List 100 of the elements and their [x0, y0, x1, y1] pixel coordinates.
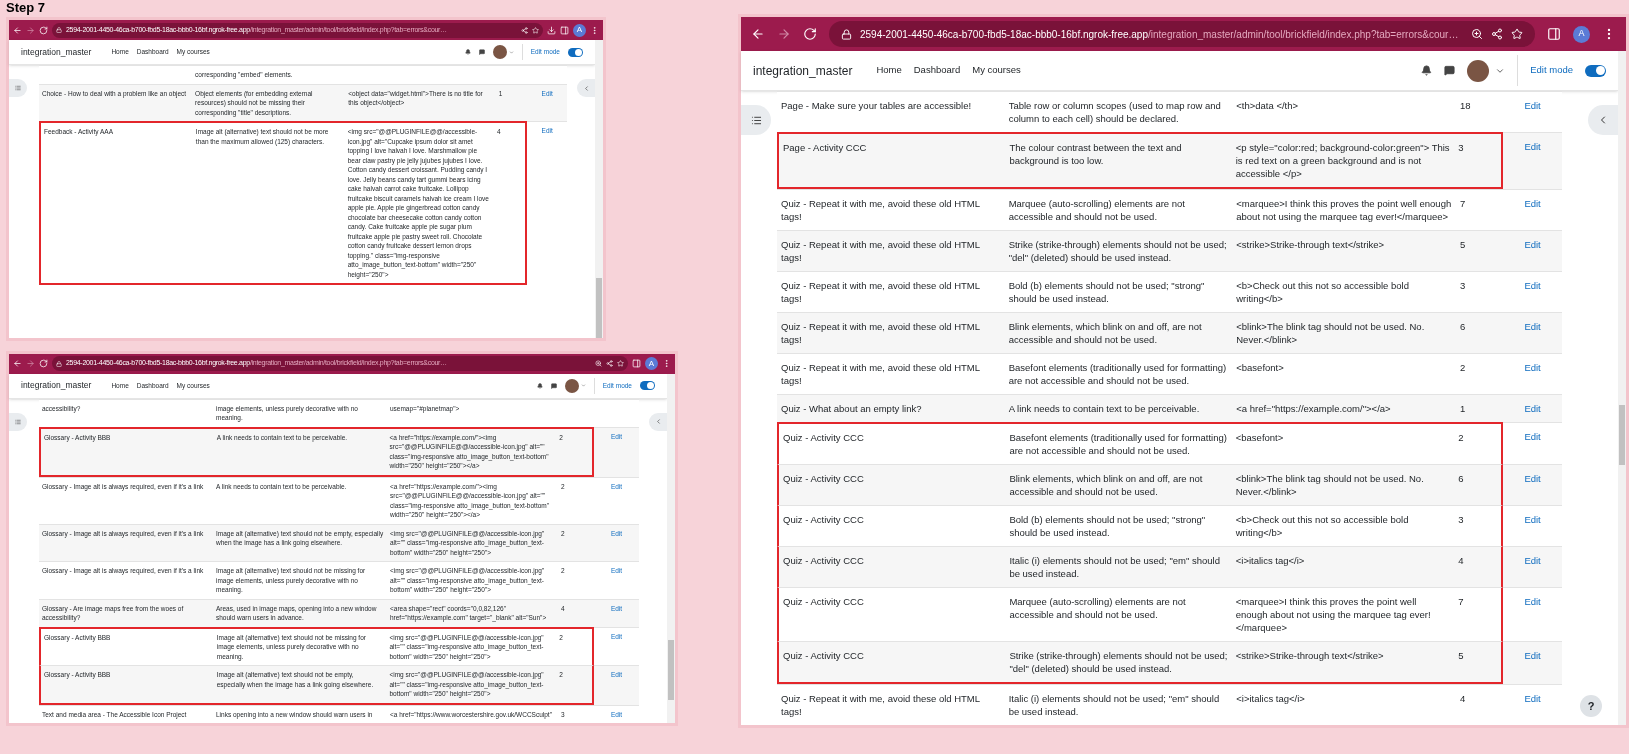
side-panel-icon[interactable]	[560, 25, 569, 35]
edit-link[interactable]: Edit	[1524, 403, 1541, 414]
edit-link[interactable]: Edit	[1524, 141, 1541, 152]
edit-mode-label: Edit mode	[1530, 63, 1573, 78]
edit-link[interactable]: Edit	[1524, 693, 1541, 704]
edit-link[interactable]: Edit	[1524, 239, 1541, 250]
error-cell: Basefont elements (traditionally used for formatting) are not accessible and should not be used.	[1008, 362, 1227, 386]
activity-cell: Quiz - Repeat it with me, avoid these old HTML tags!	[781, 198, 980, 222]
chat-icon[interactable]	[1444, 65, 1456, 76]
profile-button[interactable]: A	[573, 23, 586, 37]
edit-link[interactable]: Edit	[1524, 280, 1541, 291]
list-icon	[15, 85, 21, 91]
menu-icon[interactable]	[662, 359, 671, 369]
download-icon[interactable]	[547, 25, 556, 35]
activity-cell: Quiz - Repeat it with me, avoid these old HTML tags!	[781, 321, 980, 345]
nav-link[interactable]: Home	[876, 63, 902, 78]
star-icon[interactable]	[532, 26, 539, 34]
count-cell: 3	[1458, 514, 1464, 525]
error-cell: Basefont elements (traditionally used for formatting) are not accessible and should not be used.	[1009, 432, 1227, 456]
back-icon[interactable]	[13, 359, 22, 369]
html-cell: <basefont>	[1235, 432, 1284, 443]
html-cell: <strike>Strike-through text</strike>	[1235, 650, 1384, 661]
chevron-left-icon	[582, 84, 590, 92]
html-cell: <strike>Strike-through text</strike>	[1236, 239, 1385, 250]
address-bar[interactable]: 2594-2001-4450-46ca-b700-fbd5-18ac-bbb0-16bf.ngrok-free.app/integration_master/admin/tool/brickfield/index.php?tab=errors&cour…	[829, 21, 1535, 47]
edit-link[interactable]: Edit	[1524, 198, 1541, 209]
forward-icon[interactable]	[777, 27, 791, 41]
share-icon[interactable]	[606, 360, 613, 368]
activity-cell: Page - Activity CCC	[783, 142, 867, 153]
profile-button[interactable]: A	[645, 357, 658, 371]
error-cell: Table row or column scopes (used to map row and column to each cell) should be declared.	[1008, 100, 1221, 124]
activity-cell: Quiz - Activity CCC	[783, 650, 864, 661]
star-icon[interactable]	[1511, 28, 1523, 40]
edit-link[interactable]: Edit	[1524, 100, 1541, 111]
site-name[interactable]: integration_master	[21, 379, 92, 392]
edit-mode-toggle[interactable]	[640, 381, 655, 391]
url-text: 2594-2001-4450-46ca-b700-fbd5-18ac-bbb0-16bf.ngrok-free.app/integration_master/admin/tool/brickfield/index.php?tab=errors&cour…	[860, 27, 1460, 42]
edit-link[interactable]: Edit	[1524, 362, 1541, 373]
edit-link[interactable]: Edit	[1524, 650, 1541, 661]
drawer-button[interactable]	[741, 105, 771, 135]
edit-link[interactable]: Edit	[1524, 321, 1541, 332]
side-panel-icon[interactable]	[632, 359, 641, 369]
html-cell: <th>data </th>	[1236, 100, 1299, 111]
profile-button[interactable]: A	[1573, 25, 1590, 43]
count-cell: 7	[1459, 198, 1466, 209]
bell-icon[interactable]	[464, 49, 471, 55]
edit-link[interactable]: Edit	[1524, 473, 1541, 484]
lock-icon	[56, 27, 62, 33]
nav-link[interactable]: Dashboard	[913, 63, 961, 78]
html-cell: <b>Check out this not so accessible bold writing</b>	[1235, 514, 1409, 538]
html-cell: <b>Check out this not so accessible bold writing</b>	[1236, 280, 1409, 304]
site-name[interactable]: integration_master	[21, 45, 92, 59]
edit-mode-toggle[interactable]	[1585, 64, 1606, 77]
chat-icon[interactable]	[478, 49, 485, 55]
back-icon[interactable]	[13, 25, 22, 35]
error-cell: Marquee (auto-scrolling) elements are not accessible and should not be used.	[1008, 198, 1185, 222]
html-cell: <marquee>I think this proves the point well enough about not using the marquee tag ever!</marquee>	[1235, 596, 1431, 633]
edit-link[interactable]: Edit	[1524, 514, 1541, 525]
avatar[interactable]	[1467, 59, 1490, 82]
lock-icon	[56, 360, 62, 367]
zoom-icon[interactable]	[1471, 28, 1483, 40]
avatar[interactable]	[492, 45, 507, 59]
edit-link[interactable]: Edit	[1524, 555, 1541, 566]
bell-icon[interactable]	[1421, 65, 1433, 76]
error-cell: A link needs to contain text to be perceivable.	[1008, 403, 1200, 414]
activity-cell: Quiz - Repeat it with me, avoid these old HTML tags!	[781, 362, 980, 386]
chat-icon[interactable]	[550, 382, 557, 389]
edit-mode-toggle[interactable]	[568, 47, 583, 57]
share-icon[interactable]	[1491, 28, 1503, 40]
bell-icon[interactable]	[536, 382, 543, 389]
share-icon[interactable]	[521, 26, 528, 34]
count-cell: 5	[1459, 239, 1466, 250]
html-cell: <blink>The blink tag should not be used. No. Never.</blink>	[1235, 473, 1424, 497]
activity-cell: Quiz - Activity CCC	[783, 596, 864, 607]
nav-link[interactable]: My courses	[972, 63, 1021, 78]
error-cell: Italic (i) elements should not be used; "em" should be used instead.	[1008, 693, 1220, 717]
menu-icon[interactable]	[590, 25, 599, 35]
count-cell: 7	[1458, 596, 1464, 607]
activity-cell: Quiz - Activity CCC	[783, 555, 864, 566]
html-cell: <i>italics tag</i>	[1236, 693, 1305, 704]
edit-link[interactable]: Edit	[1524, 431, 1541, 442]
edit-link[interactable]: Edit	[1524, 596, 1541, 607]
error-cell: Blink elements, which blink on and off, are not accessible and should not be used.	[1009, 473, 1203, 497]
site-name[interactable]: integration_master	[753, 61, 853, 80]
count-cell: 18	[1459, 100, 1471, 111]
count-cell: 2	[1458, 432, 1464, 443]
count-cell: 6	[1458, 473, 1464, 484]
zoom-icon[interactable]	[595, 360, 602, 368]
back-icon[interactable]	[751, 27, 765, 41]
avatar[interactable]	[564, 378, 579, 393]
reload-icon[interactable]	[39, 359, 48, 369]
error-cell: Bold (b) elements should not be used; "strong" should be used instead.	[1009, 514, 1206, 538]
help-button[interactable]: ?	[1580, 695, 1602, 717]
html-cell: <a href="https://example.com/"></a>	[1236, 403, 1391, 414]
star-icon[interactable]	[617, 360, 624, 368]
activity-cell: Page - Make sure your tables are accessible!	[781, 100, 972, 111]
side-panel-icon[interactable]	[1547, 27, 1561, 41]
reload-icon[interactable]	[803, 27, 817, 41]
count-cell: 4	[1459, 693, 1466, 704]
reload-icon[interactable]	[39, 25, 48, 35]
